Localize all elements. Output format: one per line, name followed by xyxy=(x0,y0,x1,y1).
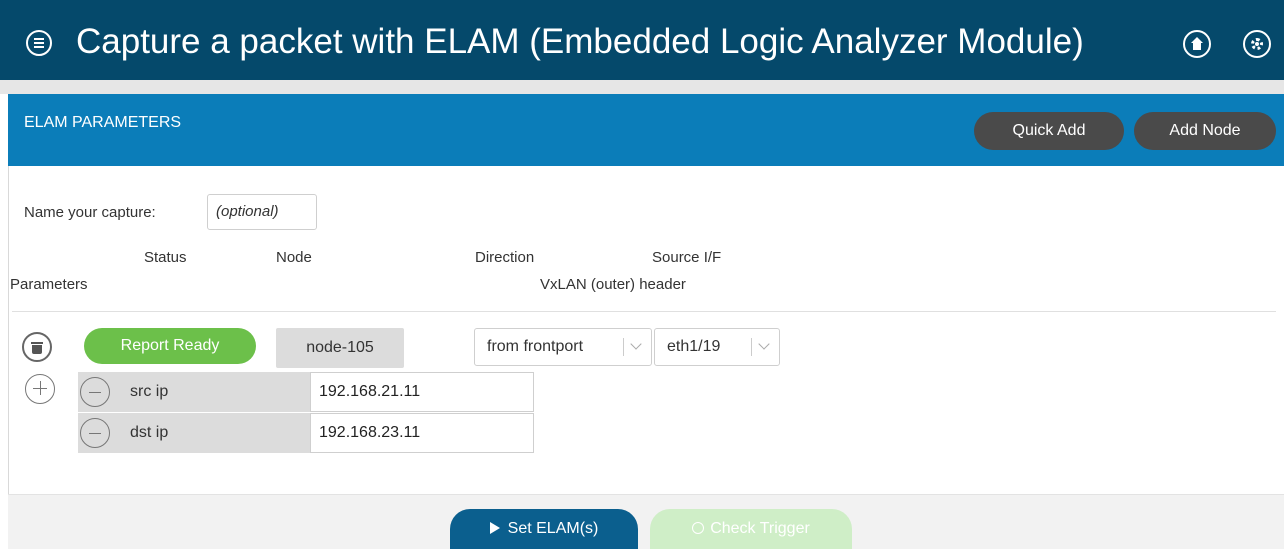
vxlan-header-label: VxLAN (outer) header xyxy=(540,276,686,293)
source-if-column-header: Source I/F xyxy=(652,249,722,266)
quick-add-button[interactable]: Quick Add xyxy=(974,112,1124,150)
chevron-down-icon xyxy=(758,338,770,350)
page-title: Capture a packet with ELAM (Embedded Log… xyxy=(76,22,1084,61)
capture-name-label: Name your capture: xyxy=(24,204,156,221)
capture-name-input[interactable]: (optional) xyxy=(207,194,317,230)
trash-icon xyxy=(31,342,43,344)
check-trigger-label: Check Trigger xyxy=(710,520,810,537)
home-icon[interactable] xyxy=(1183,30,1211,58)
gear-icon[interactable] xyxy=(1243,30,1271,58)
status-column-header: Status xyxy=(144,249,187,266)
parameter-name: dst ip xyxy=(130,424,169,441)
parameter-value-input[interactable]: 192.168.21.11 xyxy=(310,372,534,412)
direction-select[interactable]: from frontport xyxy=(474,328,652,366)
status-badge: Report Ready xyxy=(84,328,256,364)
menu-icon[interactable] xyxy=(26,30,52,56)
parameter-row: dst ip xyxy=(78,413,310,453)
source-if-select[interactable]: eth1/19 xyxy=(654,328,780,366)
parameters-column-header: Parameters xyxy=(10,276,88,293)
set-elam-label: Set ELAM(s) xyxy=(507,520,599,537)
direction-column-header: Direction xyxy=(475,249,535,266)
add-node-button[interactable]: Add Node xyxy=(1134,112,1276,150)
top-bar: Capture a packet with ELAM (Embedded Log… xyxy=(0,0,1284,80)
direction-select-value: from frontport xyxy=(487,338,584,355)
panel-header: ELAM PARAMETERS Quick Add Add Node xyxy=(8,94,1284,166)
panel-title: ELAM PARAMETERS xyxy=(24,114,182,131)
set-elam-button[interactable]: Set ELAM(s) xyxy=(450,509,638,549)
frame-gap xyxy=(0,80,1284,94)
node-column-header: Node xyxy=(276,249,312,266)
play-icon xyxy=(489,522,500,534)
parameter-value-input[interactable]: 192.168.23.11 xyxy=(310,413,534,453)
source-if-select-value: eth1/19 xyxy=(667,338,721,355)
chevron-down-icon xyxy=(630,338,642,350)
parameter-row: src ip xyxy=(78,372,310,412)
remove-parameter-button[interactable] xyxy=(80,377,110,407)
footer-bar xyxy=(8,494,1284,549)
node-field[interactable]: node-105 xyxy=(276,328,404,368)
parameter-name: src ip xyxy=(130,383,169,400)
divider xyxy=(12,311,1276,312)
trigger-icon xyxy=(692,522,705,534)
check-trigger-button: Check Trigger xyxy=(650,509,852,549)
remove-parameter-button[interactable] xyxy=(80,418,110,448)
add-parameter-button[interactable] xyxy=(25,374,55,404)
delete-node-button[interactable] xyxy=(22,332,52,362)
